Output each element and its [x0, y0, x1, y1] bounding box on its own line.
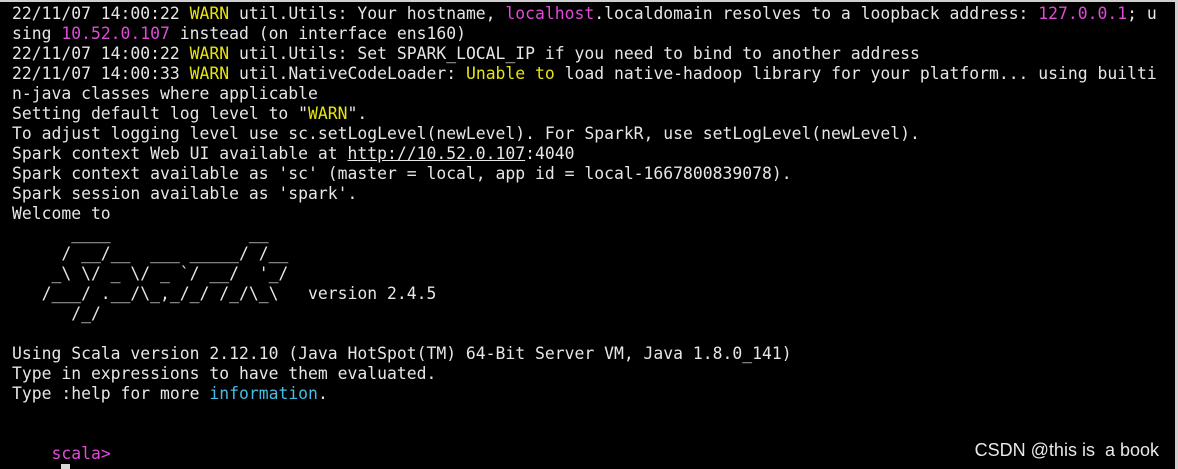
terminal-text-segment: /_/	[12, 304, 101, 323]
terminal-line: Type in expressions to have them evaluat…	[12, 364, 1175, 384]
terminal-text-segment: util.Utils: Your hostname,	[229, 4, 506, 23]
terminal-text-segment: Type :help for more	[12, 384, 210, 403]
terminal-line: / __/__ ___ _____/ /__	[12, 244, 1175, 264]
terminal-text-segment: ____ __	[12, 224, 269, 243]
terminal-line: Spark session available as 'spark'.	[12, 184, 1175, 204]
terminal-text-segment: information	[209, 384, 318, 403]
terminal-line: Spark context Web UI available at http:/…	[12, 144, 1175, 164]
terminal-text-segment: instead (on interface ens160)	[169, 24, 466, 43]
web-ui-link[interactable]: http://10.52.0.107	[348, 144, 526, 163]
terminal-text-segment: Spark context Web UI available at	[12, 144, 348, 163]
scala-prompt: scala>	[51, 444, 111, 463]
terminal-text-segment: 22/11/07 14:00:33	[12, 64, 190, 83]
terminal-line: /_/	[12, 304, 1175, 324]
terminal-text-segment: util.Utils: Set SPARK_LOCAL_IP if you ne…	[229, 44, 920, 63]
terminal-text-segment: 10.52.0.107	[61, 24, 170, 43]
terminal-text-segment: WARN	[308, 104, 348, 123]
terminal-line: 22/11/07 14:00:22 WARN util.Utils: Your …	[12, 4, 1175, 24]
terminal-line: sing 10.52.0.107 instead (on interface e…	[12, 24, 1175, 44]
terminal-line: n-java classes where applicable	[12, 84, 1175, 104]
text-cursor	[61, 464, 71, 469]
terminal-text-segment: /___/ .__/\_,_/_/ /_/\_\ version 2.4.5	[12, 284, 437, 303]
terminal-line: /___/ .__/\_,_/_/ /_/\_\ version 2.4.5	[12, 284, 1175, 304]
terminal-text-segment: 127.0.0.1	[1038, 4, 1128, 23]
terminal-text-segment: _\ \/ _ \/ _ `/ __/ '_/	[12, 264, 289, 283]
terminal-text-segment: Setting default log level to "	[12, 104, 309, 123]
terminal-text-segment: localhost	[505, 4, 595, 23]
terminal-text-segment: .	[317, 384, 328, 403]
terminal-text-segment: Welcome to	[12, 204, 111, 223]
csdn-watermark: CSDN @this is a book	[974, 440, 1159, 460]
terminal-text-segment: Using Scala version 2.12.10 (Java HotSpo…	[12, 344, 792, 363]
terminal-text-segment: / __/__ ___ _____/ /__	[12, 244, 289, 263]
terminal-text-segment: :4040	[525, 144, 575, 163]
terminal-text-segment: n-java classes where applicable	[12, 84, 318, 103]
terminal-line: Spark context available as 'sc' (master …	[12, 164, 1175, 184]
terminal-line: 22/11/07 14:00:33 WARN util.NativeCodeLo…	[12, 64, 1175, 84]
terminal-text-segment: load native-hadoop library for your plat…	[554, 64, 1157, 83]
terminal-line: Type :help for more information.	[12, 384, 1175, 404]
terminal-text-segment: Type in expressions to have them evaluat…	[12, 364, 437, 383]
terminal-line: 22/11/07 14:00:22 WARN util.Utils: Set S…	[12, 44, 1175, 64]
terminal-text-segment: 22/11/07 14:00:22	[12, 44, 190, 63]
terminal-output: 22/11/07 14:00:22 WARN util.Utils: Your …	[12, 4, 1175, 424]
terminal-text-segment: ; u	[1127, 4, 1157, 23]
terminal-text-segment: util.NativeCodeLoader:	[229, 64, 466, 83]
terminal-text-segment: .localdomain resolves to a loopback addr…	[594, 4, 1039, 23]
terminal-text-segment: WARN	[189, 4, 230, 23]
terminal-text-segment: To adjust logging level use sc.setLogLev…	[12, 124, 920, 143]
terminal-text-segment: ".	[347, 104, 368, 123]
terminal-text-segment: Spark session available as 'spark'.	[12, 184, 358, 203]
terminal-text-segment: sing	[12, 24, 62, 43]
terminal-text-segment: 22/11/07 14:00:22	[12, 4, 190, 23]
terminal-text-segment: Spark context available as 'sc' (master …	[12, 164, 792, 183]
terminal-line: ____ __	[12, 224, 1175, 244]
terminal-text-segment: Unable to	[465, 64, 555, 83]
terminal-line: _\ \/ _ \/ _ `/ __/ '_/	[12, 264, 1175, 284]
terminal-line: Setting default log level to "WARN".	[12, 104, 1175, 124]
terminal-text-segment: WARN	[189, 44, 230, 63]
terminal-line: Using Scala version 2.12.10 (Java HotSpo…	[12, 344, 1175, 364]
terminal-text-segment: WARN	[189, 64, 230, 83]
terminal-line: To adjust logging level use sc.setLogLev…	[12, 124, 1175, 144]
terminal-line: Welcome to	[12, 204, 1175, 224]
terminal-window[interactable]: 22/11/07 14:00:22 WARN util.Utils: Your …	[0, 0, 1178, 469]
